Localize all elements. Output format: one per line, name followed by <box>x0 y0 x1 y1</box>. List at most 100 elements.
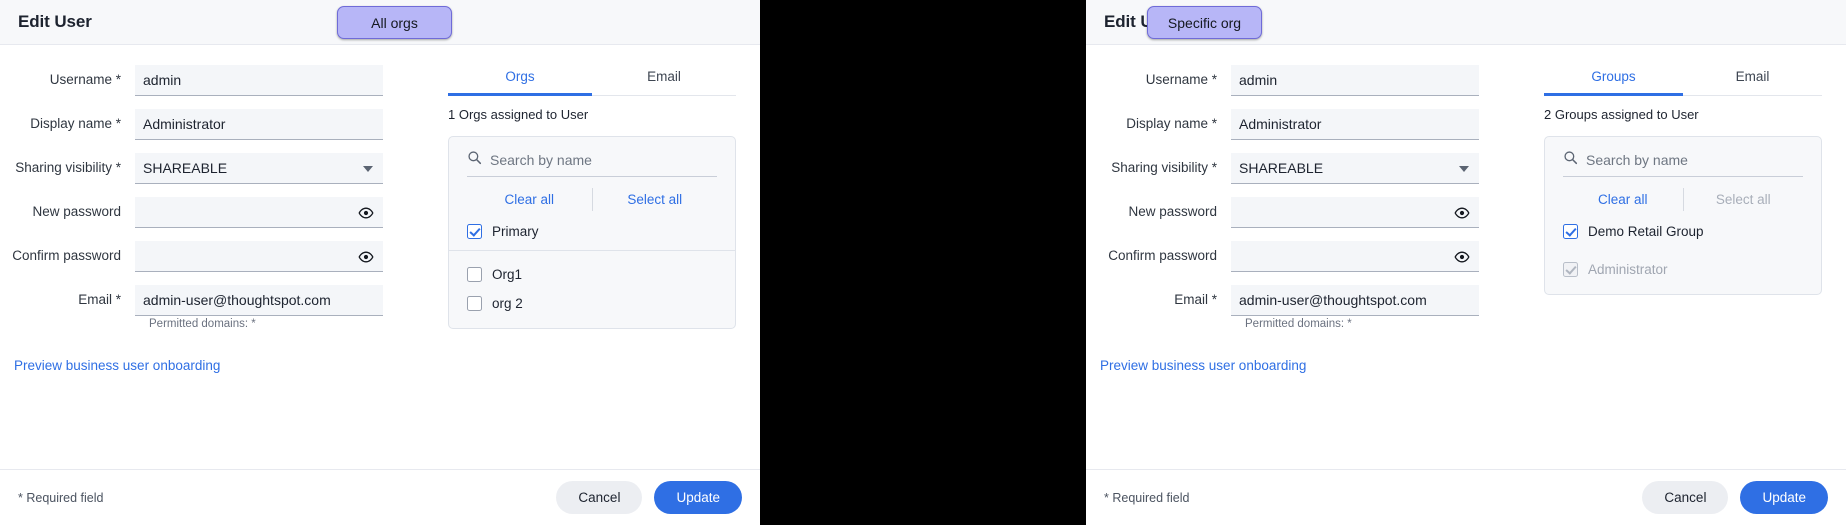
tab-email[interactable]: Email <box>592 63 736 95</box>
sharing-visibility-label: Sharing visibility * <box>0 153 135 183</box>
permitted-domains-text: Permitted domains: * <box>149 318 430 330</box>
field-row-display-name: Display name * <box>1086 109 1526 144</box>
checkbox-demo-retail-group[interactable] <box>1563 224 1578 239</box>
checkbox-org1[interactable] <box>467 267 482 282</box>
assigned-count-label: 1 Orgs assigned to User <box>448 107 736 122</box>
email-input[interactable] <box>143 292 375 308</box>
dialog-body: Username * Display name * Sharing visibi… <box>0 45 760 469</box>
search-input[interactable]: Search by name <box>467 150 717 177</box>
eye-icon[interactable] <box>354 201 377 224</box>
eye-icon[interactable] <box>1450 201 1473 224</box>
new-password-input[interactable] <box>1239 204 1471 220</box>
new-password-label: New password <box>0 197 135 227</box>
display-name-field[interactable] <box>1231 109 1479 140</box>
sharing-visibility-select[interactable] <box>1231 153 1479 184</box>
search-input[interactable]: Search by name <box>1563 150 1803 177</box>
username-input[interactable] <box>1239 72 1471 88</box>
email-field[interactable] <box>1231 285 1479 316</box>
username-label: Username * <box>0 65 135 95</box>
user-form: Username * Display name * Sharing visibi… <box>1086 45 1526 469</box>
sharing-visibility-select[interactable] <box>135 153 383 184</box>
footer-buttons: Cancel Update <box>1642 481 1828 514</box>
list-item[interactable]: org 2 <box>449 289 735 318</box>
new-password-field[interactable] <box>135 197 383 228</box>
select-all-button: Select all <box>1684 188 1804 211</box>
new-password-field[interactable] <box>1231 197 1479 228</box>
confirm-password-field[interactable] <box>135 241 383 272</box>
footer-buttons: Cancel Update <box>556 481 742 514</box>
field-row-confirm-password: Confirm password <box>0 241 430 276</box>
dialog-body: Username * Display name * Sharing visibi… <box>1086 45 1846 469</box>
assignment-panel: Groups Email 2 Groups assigned to User S… <box>1526 45 1846 469</box>
dialog-footer: * Required field Cancel Update <box>0 469 760 525</box>
display-name-field[interactable] <box>135 109 383 140</box>
field-row-new-password: New password <box>0 197 430 232</box>
tab-email[interactable]: Email <box>1683 63 1822 95</box>
confirm-password-input[interactable] <box>1239 248 1471 264</box>
confirm-password-label: Confirm password <box>1086 241 1231 271</box>
assigned-count-label: 2 Groups assigned to User <box>1544 107 1822 122</box>
assignment-tabs: Orgs Email <box>448 63 736 96</box>
preview-business-user-onboarding-link[interactable]: Preview business user onboarding <box>14 358 430 373</box>
email-field[interactable] <box>135 285 383 316</box>
new-password-input[interactable] <box>143 204 375 220</box>
chevron-down-icon <box>1459 166 1469 172</box>
field-row-display-name: Display name * <box>0 109 430 144</box>
username-field[interactable] <box>135 65 383 96</box>
display-name-label: Display name * <box>1086 109 1231 139</box>
select-all-button[interactable]: Select all <box>593 188 718 211</box>
user-form: Username * Display name * Sharing visibi… <box>0 45 430 469</box>
assignment-tabs: Groups Email <box>1544 63 1822 96</box>
update-button[interactable]: Update <box>1740 481 1828 514</box>
checkbox-org2[interactable] <box>467 296 482 311</box>
list-item[interactable]: Demo Retail Group <box>1545 217 1821 246</box>
sharing-visibility-value[interactable] <box>1239 160 1471 176</box>
email-input[interactable] <box>1239 292 1471 308</box>
list-item[interactable]: Org1 <box>449 260 735 289</box>
sharing-visibility-label: Sharing visibility * <box>1086 153 1231 183</box>
tab-groups[interactable]: Groups <box>1544 63 1683 96</box>
eye-icon[interactable] <box>354 245 377 268</box>
required-field-note: * Required field <box>1104 491 1189 505</box>
confirm-password-field[interactable] <box>1231 241 1479 272</box>
checkbox-primary[interactable] <box>467 224 482 239</box>
display-name-input[interactable] <box>143 116 375 132</box>
assignment-panel: Orgs Email 1 Orgs assigned to User Searc… <box>430 45 760 469</box>
permitted-domains-text: Permitted domains: * <box>1245 318 1526 330</box>
page-title: Edit User <box>18 12 92 32</box>
dialog-footer: * Required field Cancel Update <box>1086 469 1846 525</box>
scope-badge-specific-org: Specific org <box>1147 6 1262 39</box>
field-row-email: Email * <box>0 285 430 320</box>
preview-business-user-onboarding-link[interactable]: Preview business user onboarding <box>1100 358 1526 373</box>
clear-all-button[interactable]: Clear all <box>1563 188 1683 211</box>
search-placeholder: Search by name <box>1586 152 1688 168</box>
cancel-button[interactable]: Cancel <box>556 481 642 514</box>
list-item[interactable]: Primary <box>449 217 735 251</box>
eye-icon[interactable] <box>1450 245 1473 268</box>
edit-user-dialog-specific-org: Edit User Specific org Username * Displa… <box>1086 0 1846 525</box>
list-item: Administrator <box>1545 255 1821 284</box>
username-input[interactable] <box>143 72 375 88</box>
update-button[interactable]: Update <box>654 481 742 514</box>
screenshot-stage: Edit User All orgs Username * Display na… <box>0 0 1846 525</box>
clear-all-button[interactable]: Clear all <box>467 188 592 211</box>
display-name-input[interactable] <box>1239 116 1471 132</box>
dialog-header: Edit User All orgs <box>0 0 760 45</box>
field-row-sharing-visibility: Sharing visibility * <box>1086 153 1526 188</box>
list-item-label: Org1 <box>492 267 522 282</box>
username-field[interactable] <box>1231 65 1479 96</box>
field-row-email: Email * <box>1086 285 1526 320</box>
edit-user-dialog-all-orgs: Edit User All orgs Username * Display na… <box>0 0 760 525</box>
list-item-label: Primary <box>492 224 539 239</box>
sharing-visibility-value[interactable] <box>143 160 375 176</box>
list-item-label: Demo Retail Group <box>1588 224 1704 239</box>
tab-orgs[interactable]: Orgs <box>448 63 592 96</box>
confirm-password-input[interactable] <box>143 248 375 264</box>
new-password-label: New password <box>1086 197 1231 227</box>
list-item-label: org 2 <box>492 296 523 311</box>
username-label: Username * <box>1086 65 1231 95</box>
confirm-password-label: Confirm password <box>0 241 135 271</box>
field-row-username: Username * <box>1086 65 1526 100</box>
search-icon <box>1563 150 1578 170</box>
cancel-button[interactable]: Cancel <box>1642 481 1728 514</box>
